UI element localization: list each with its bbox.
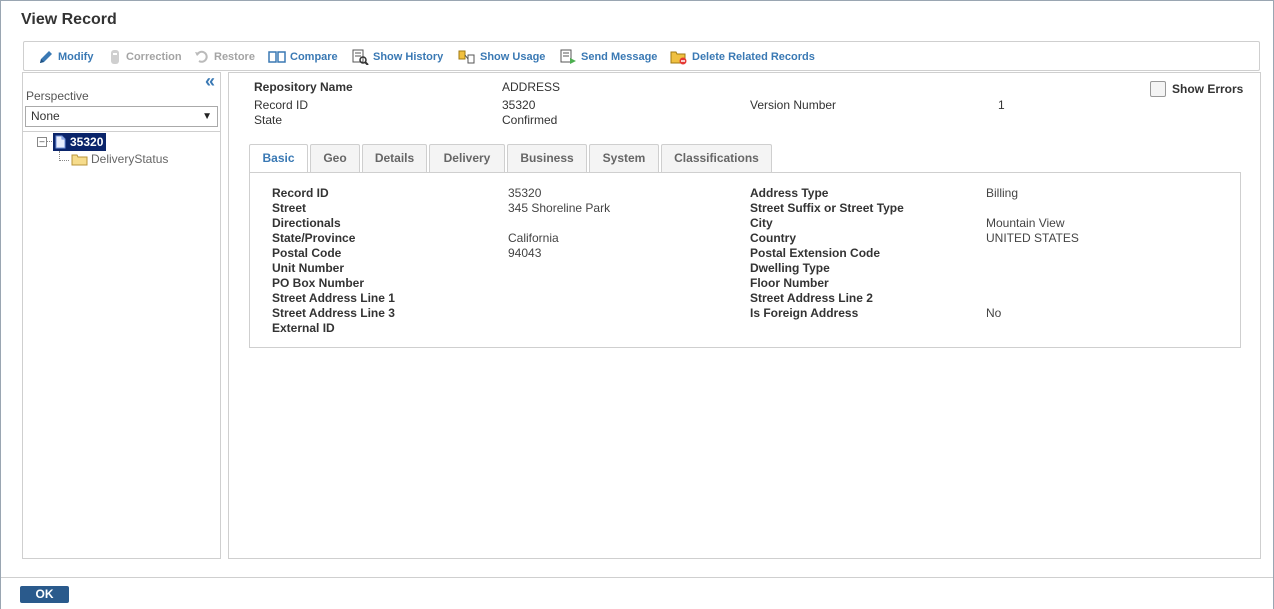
compare-button[interactable]: Compare	[268, 49, 338, 65]
perspective-select[interactable]: None ▼	[25, 106, 218, 127]
perspective-label: Perspective	[26, 89, 89, 103]
tab-delivery[interactable]: Delivery	[429, 144, 505, 172]
field-label: Postal Code	[272, 246, 342, 260]
perspective-value: None	[31, 109, 60, 123]
field-label: Street Address Line 2	[750, 291, 873, 305]
field-value: UNITED STATES	[986, 231, 1079, 245]
show-usage-label: Show Usage	[480, 51, 546, 63]
tree-child-label: DeliveryStatus	[91, 152, 169, 166]
tab-geo[interactable]: Geo	[310, 144, 360, 172]
restore-label: Restore	[214, 51, 255, 63]
tree-root-label: 35320	[70, 135, 104, 149]
record-id-value: 35320	[502, 98, 536, 112]
repository-name-label: Repository Name	[254, 80, 353, 94]
collapse-panel-icon[interactable]: «	[205, 72, 215, 90]
folder-icon	[71, 154, 88, 165]
state-value: Confirmed	[502, 113, 558, 127]
delete-related-button[interactable]: Delete Related Records	[670, 49, 815, 65]
tree-root-node[interactable]: 35320	[53, 133, 107, 151]
tab-details[interactable]: Details	[362, 144, 427, 172]
dropdown-arrow-icon: ▼	[202, 111, 212, 122]
tab-system[interactable]: System	[589, 144, 659, 172]
show-usage-button[interactable]: Show Usage	[458, 49, 545, 65]
compare-label: Compare	[290, 51, 338, 63]
field-label: Street Address Line 1	[272, 291, 395, 305]
field-label: Postal Extension Code	[750, 246, 881, 260]
show-errors-label: Show Errors	[1172, 82, 1244, 96]
usage-icon	[458, 50, 475, 64]
restore-icon	[195, 50, 208, 63]
send-message-label: Send Message	[581, 51, 658, 63]
history-icon	[352, 49, 369, 65]
toolbar: Modify Correction Restore Compare Show H…	[23, 41, 1260, 71]
field-label: State/Province	[272, 231, 356, 245]
send-message-button[interactable]: Send Message	[560, 49, 657, 65]
field-label: PO Box Number	[272, 276, 365, 290]
dialog-footer: OK	[1, 577, 1273, 609]
delete-related-label: Delete Related Records	[692, 51, 815, 63]
tree-child-node[interactable]: DeliveryStatus	[71, 152, 168, 166]
page-title: View Record	[21, 11, 117, 28]
field-label: Unit Number	[272, 261, 344, 275]
record-detail-panel: Repository Name ADDRESS Record ID 35320 …	[228, 72, 1261, 559]
correction-icon	[111, 50, 119, 64]
delete-related-icon	[670, 51, 687, 65]
state-label: State	[254, 113, 283, 127]
show-history-button[interactable]: Show History	[352, 49, 443, 65]
field-label: City	[750, 216, 773, 230]
field-label: External ID	[272, 321, 335, 335]
version-number-label: Version Number	[750, 98, 837, 112]
tree-connector	[59, 160, 69, 161]
divider	[23, 131, 220, 132]
tab-basic[interactable]: Basic	[249, 144, 308, 174]
checkbox-box[interactable]	[1150, 81, 1166, 97]
send-message-icon	[560, 49, 576, 64]
field-label: Address Type	[750, 186, 829, 200]
repository-name-value: ADDRESS	[502, 80, 561, 94]
field-label: Record ID	[272, 186, 329, 200]
pencil-icon	[40, 51, 52, 63]
field-label: Street Suffix or Street Type	[750, 201, 904, 215]
show-history-label: Show History	[373, 51, 444, 63]
restore-button[interactable]: Restore	[194, 49, 255, 65]
correction-label: Correction	[126, 51, 182, 63]
ok-button[interactable]: OK	[20, 586, 69, 603]
field-label: Country	[750, 231, 796, 245]
field-label: Floor Number	[750, 276, 829, 290]
field-value: 35320	[508, 186, 542, 200]
tree-collapse-toggle[interactable]: –	[37, 137, 47, 147]
field-value: Billing	[986, 186, 1019, 200]
document-icon	[55, 135, 66, 149]
basic-tab-content: Record ID 35320 Street 345 Shoreline Par…	[249, 172, 1241, 348]
correction-button[interactable]: Correction	[108, 49, 182, 65]
field-value: No	[986, 306, 1002, 320]
dialog-frame: View Record Modify Correction Restore Co…	[0, 0, 1274, 609]
modify-label: Modify	[58, 51, 94, 63]
compare-icon	[268, 51, 286, 63]
field-label: Street Address Line 3	[272, 306, 395, 320]
record-id-label: Record ID	[254, 98, 309, 112]
show-errors-checkbox[interactable]: Show Errors	[1150, 81, 1243, 97]
field-label: Is Foreign Address	[750, 306, 859, 320]
navigation-panel: « Perspective None ▼ – 35320 DeliverySta…	[22, 72, 221, 559]
field-label: Street	[272, 201, 307, 215]
field-value: California	[508, 231, 559, 245]
field-value: Mountain View	[986, 216, 1065, 230]
field-value: 345 Shoreline Park	[508, 201, 611, 215]
modify-button[interactable]: Modify	[38, 49, 93, 65]
tab-business[interactable]: Business	[507, 144, 587, 172]
tab-classifications[interactable]: Classifications	[661, 144, 772, 172]
field-label: Directionals	[272, 216, 341, 230]
version-number-value: 1	[998, 98, 1005, 112]
field-value: 94043	[508, 246, 542, 260]
field-label: Dwelling Type	[750, 261, 830, 275]
